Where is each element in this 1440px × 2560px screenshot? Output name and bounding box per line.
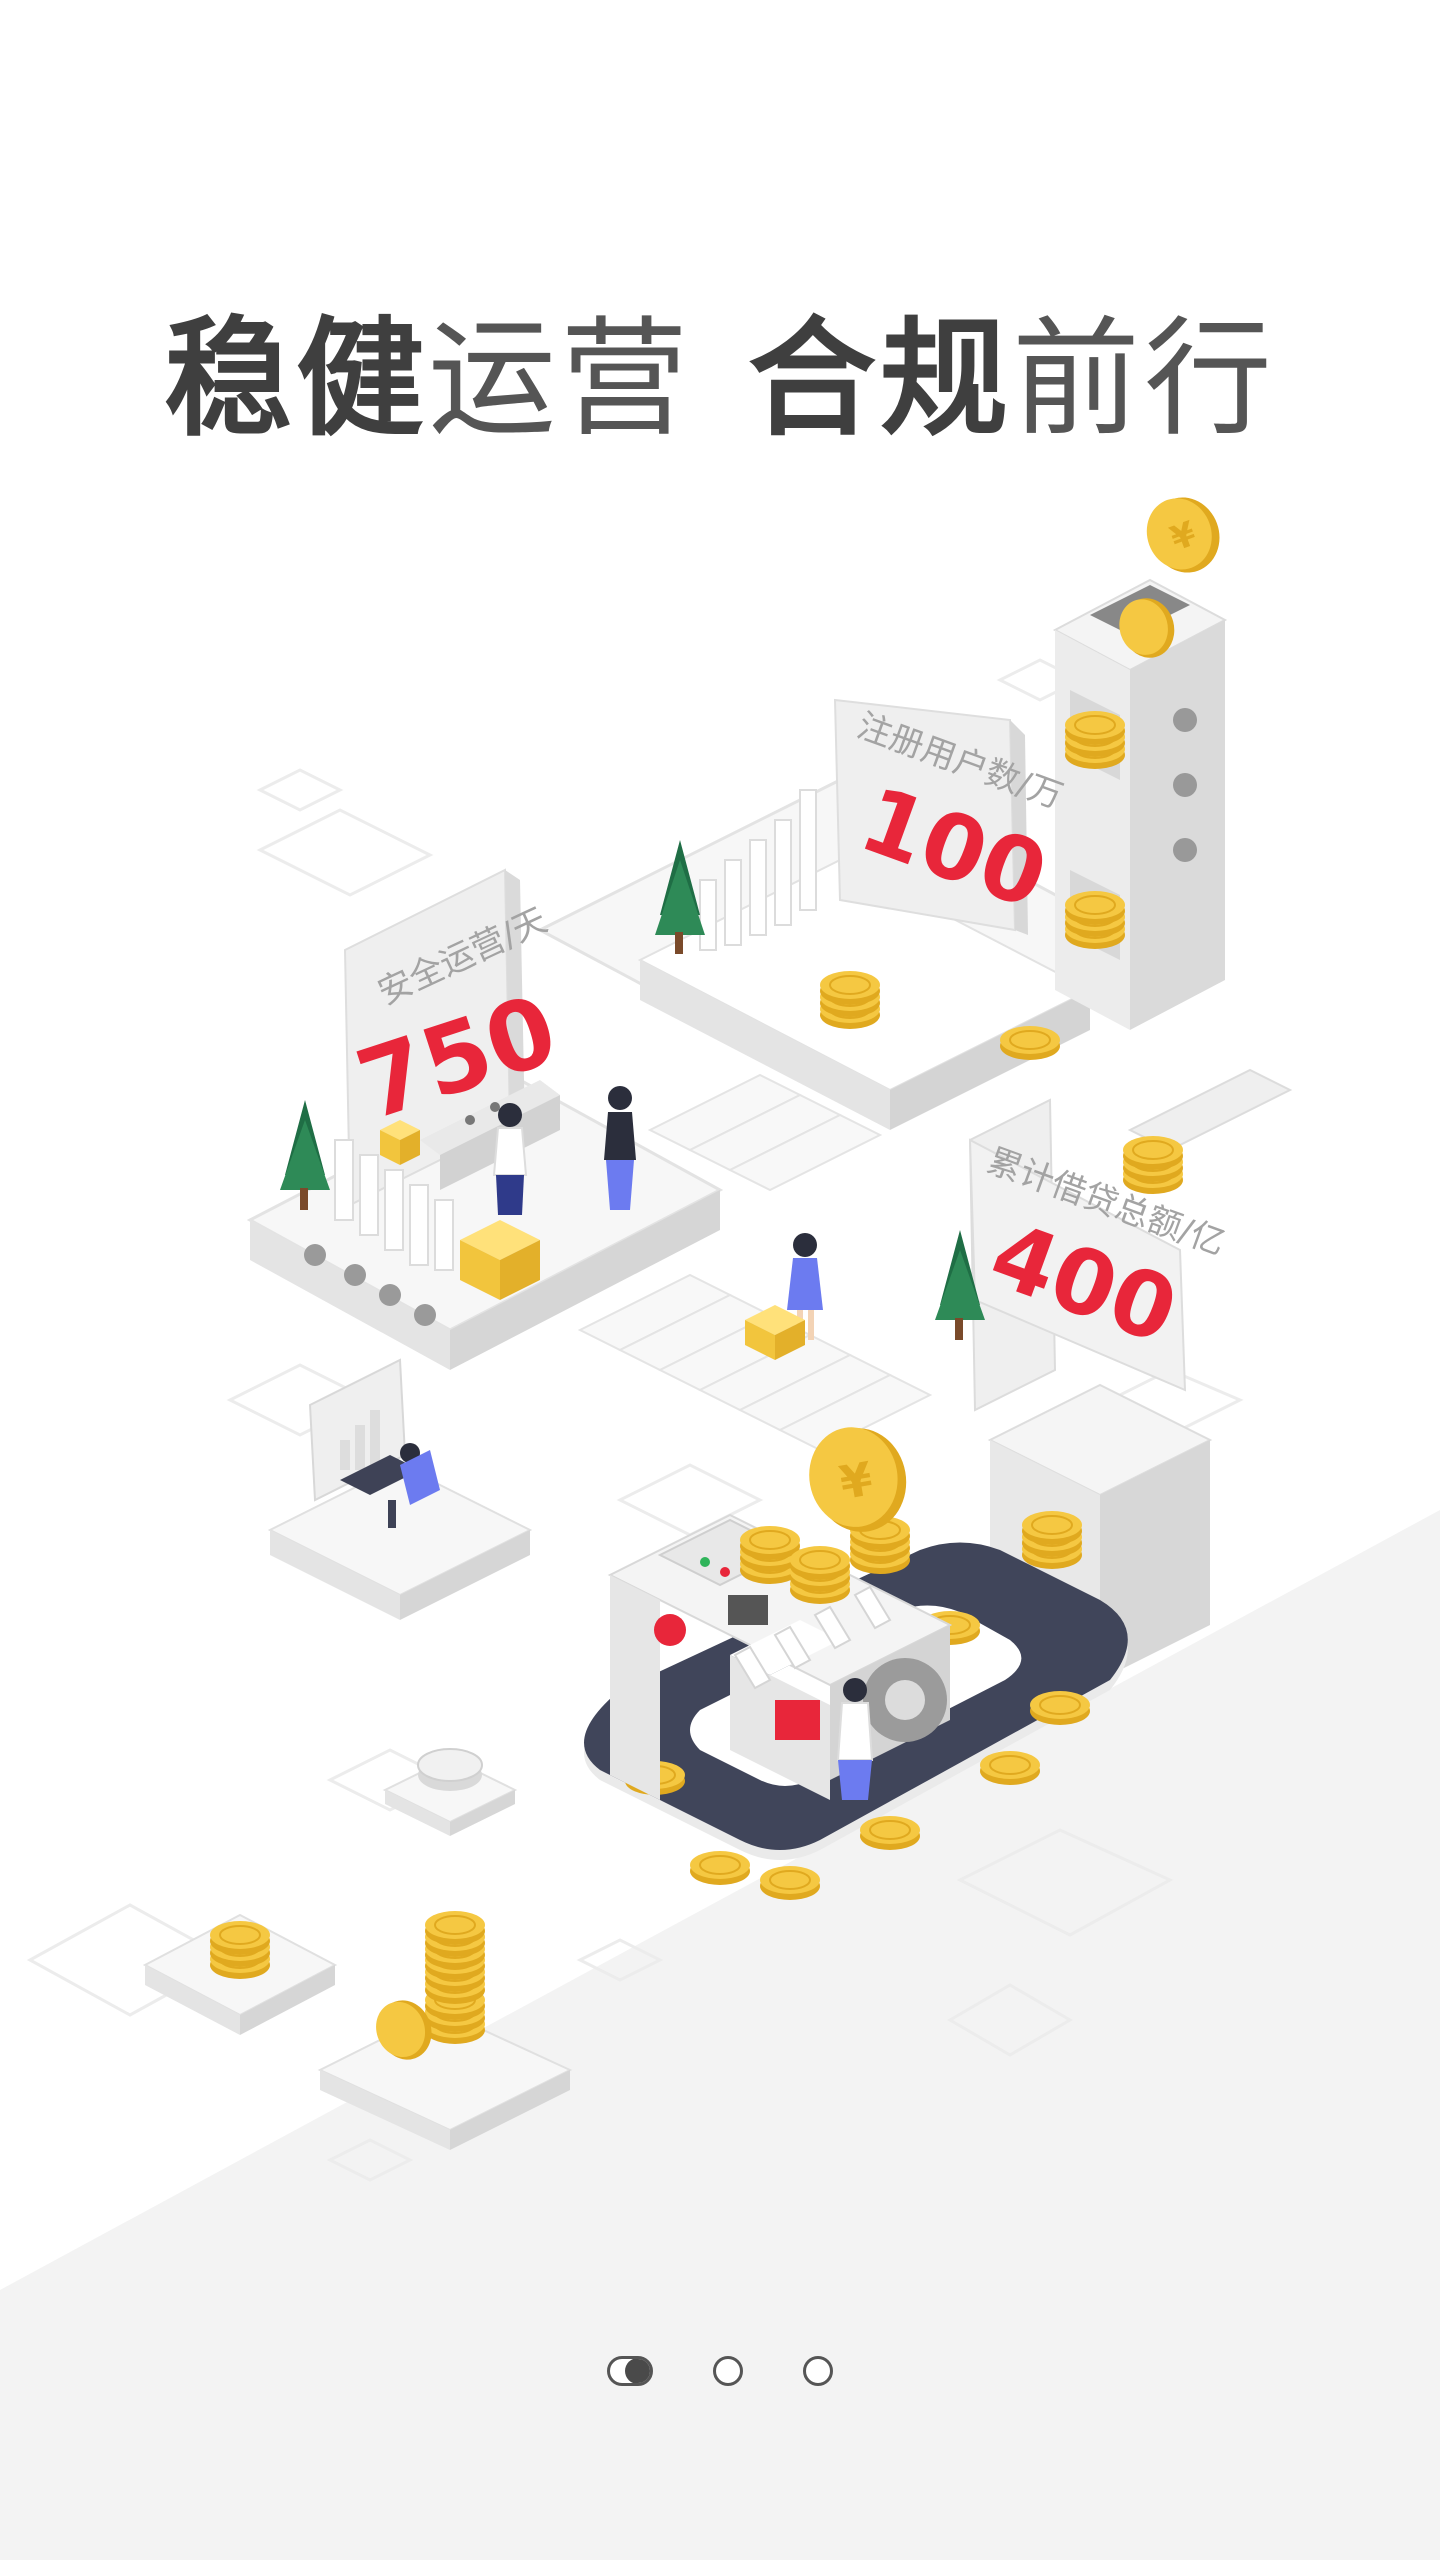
isometric-illustration: ¥ ¥ 安全运营/天 750 注册用户数/万 100 累计借贷总额/亿 400 — [26, 497, 1293, 2182]
bottom-platforms — [142, 1748, 573, 2150]
page-dot-2[interactable] — [713, 2356, 743, 2386]
top-center-platform — [536, 698, 1144, 1130]
coin-tower: ¥ — [1052, 497, 1228, 1030]
page-indicator — [0, 2346, 1440, 2396]
page-dot-3[interactable] — [803, 2356, 833, 2386]
workstation — [267, 1358, 533, 1620]
page-dot-1-active[interactable] — [607, 2356, 653, 2386]
